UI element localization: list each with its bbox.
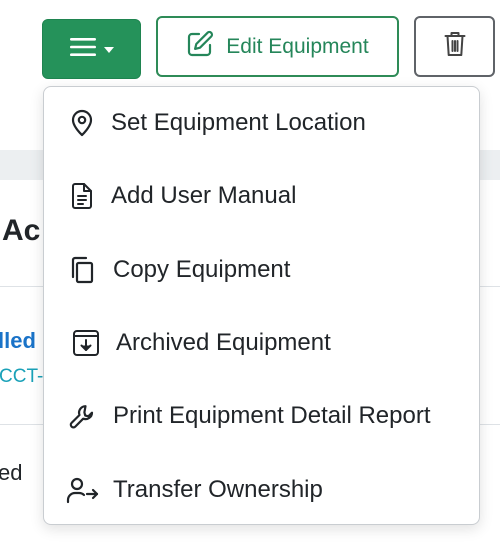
map-pin-icon: [68, 109, 96, 137]
equipment-code: CCT-: [0, 366, 44, 387]
menu-item-label: Copy Equipment: [113, 256, 291, 283]
actions-menu-button[interactable]: [42, 19, 141, 79]
hamburger-icon: [69, 37, 96, 62]
section-heading: Ac: [2, 214, 41, 247]
actions-dropdown-menu: Set Equipment Location Add User Manual C…: [43, 86, 480, 525]
menu-item-label: Archived Equipment: [116, 329, 331, 356]
menu-item-label: Print Equipment Detail Report: [113, 402, 431, 429]
wrench-icon: [68, 402, 96, 430]
edit-equipment-label: Edit Equipment: [226, 34, 369, 58]
menu-item-copy-equipment[interactable]: Copy Equipment: [44, 241, 479, 299]
trash-icon: [444, 30, 466, 63]
archive-download-icon: [72, 329, 100, 357]
equipment-link[interactable]: lled: [0, 328, 36, 354]
delete-button[interactable]: [414, 16, 495, 77]
edit-icon: [186, 30, 214, 64]
menu-item-archived-equipment[interactable]: Archived Equipment: [44, 314, 479, 372]
menu-item-label: Set Equipment Location: [111, 109, 366, 136]
document-icon: [68, 182, 96, 210]
edit-equipment-button[interactable]: Edit Equipment: [156, 16, 399, 77]
menu-item-set-equipment-location[interactable]: Set Equipment Location: [44, 94, 479, 152]
menu-item-label: Transfer Ownership: [113, 476, 323, 503]
status-text: ed: [0, 460, 23, 485]
user-transfer-icon: [66, 476, 100, 504]
copy-icon: [68, 256, 96, 284]
menu-item-transfer-ownership[interactable]: Transfer Ownership: [44, 461, 479, 519]
menu-item-label: Add User Manual: [111, 182, 297, 209]
caret-down-icon: [103, 47, 114, 53]
menu-item-add-user-manual[interactable]: Add User Manual: [44, 167, 479, 225]
menu-item-print-equipment-detail-report[interactable]: Print Equipment Detail Report: [44, 387, 479, 445]
